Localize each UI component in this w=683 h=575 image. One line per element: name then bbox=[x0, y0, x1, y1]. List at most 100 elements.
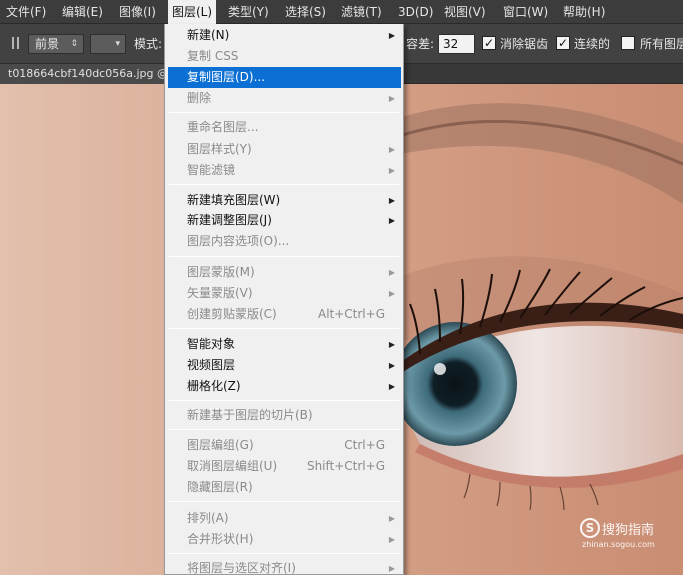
shortcut-label: Alt+Ctrl+G bbox=[317, 307, 385, 321]
submenu-arrow-icon: ▶ bbox=[388, 535, 395, 544]
menu-item-label: 视频图层 bbox=[187, 358, 236, 372]
menu-select[interactable]: 选择(S) bbox=[285, 0, 326, 24]
menu-separator bbox=[169, 328, 399, 329]
menu-item-layer-style: 图层样式(Y) ▶ bbox=[165, 139, 403, 160]
submenu-arrow-icon: ▶ bbox=[388, 216, 395, 225]
menu-item-ungroup-layers: 取消图层编组(U) Shift+Ctrl+G bbox=[165, 456, 403, 477]
menu-view[interactable]: 视图(V) bbox=[444, 0, 486, 24]
menu-item-smart-object[interactable]: 智能对象 ▶ bbox=[165, 334, 403, 355]
antialias-checkbox[interactable]: ✓ bbox=[482, 36, 496, 50]
fill-source-value: 前景 bbox=[35, 37, 60, 51]
menu-edit[interactable]: 编辑(E) bbox=[62, 0, 103, 24]
menu-separator bbox=[169, 553, 399, 554]
submenu-arrow-icon: ▶ bbox=[388, 145, 395, 154]
shortcut-label: Ctrl+G bbox=[344, 438, 385, 452]
menu-item-label: 排列(A) bbox=[187, 511, 229, 525]
menu-separator bbox=[169, 400, 399, 401]
menu-item-label: 创建剪贴蒙版(C) bbox=[187, 307, 277, 321]
menu-image[interactable]: 图像(I) bbox=[119, 0, 156, 24]
menu-item-label: 将图层与选区对齐(I) bbox=[187, 561, 296, 575]
menu-3d[interactable]: 3D(D) bbox=[398, 0, 433, 24]
menu-filter[interactable]: 滤镜(T) bbox=[341, 0, 382, 24]
layer-menu-dropdown: 新建(N) ▶ 复制 CSS 复制图层(D)... 删除 ▶ 重命名图层... 图层… bbox=[164, 24, 404, 575]
grip-handle[interactable] bbox=[12, 37, 19, 49]
menu-item-label: 矢量蒙版(V) bbox=[187, 286, 253, 300]
menu-item-label: 复制图层(D)... bbox=[187, 70, 266, 84]
antialias-label: 消除锯齿 bbox=[500, 37, 549, 51]
menu-file[interactable]: 文件(F) bbox=[6, 0, 46, 24]
menu-item-label: 图层编组(G) bbox=[187, 438, 254, 452]
menu-item-label: 图层样式(Y) bbox=[187, 142, 252, 156]
tolerance-label: 容差: bbox=[406, 37, 435, 51]
submenu-arrow-icon: ▶ bbox=[388, 340, 395, 349]
fill-source-select[interactable]: 前景 ⇕ bbox=[28, 34, 84, 54]
submenu-arrow-icon: ▶ bbox=[388, 196, 395, 205]
menu-item-duplicate-layer[interactable]: 复制图层(D)... bbox=[168, 67, 401, 88]
menu-item-content-options: 图层内容选项(O)... bbox=[165, 231, 403, 252]
watermark-url: zhinan.sogou.com bbox=[582, 540, 655, 549]
menu-item-rename: 重命名图层... bbox=[165, 117, 403, 138]
menu-item-align-to-selection: 将图层与选区对齐(I) ▶ bbox=[165, 558, 403, 575]
menu-type[interactable]: 类型(Y) bbox=[228, 0, 269, 24]
menu-item-label: 图层蒙版(M) bbox=[187, 265, 255, 279]
menu-item-combine-shapes: 合并形状(H) ▶ bbox=[165, 529, 403, 550]
chevron-down-icon: ▾ bbox=[115, 39, 120, 49]
menu-item-label: 新建(N) bbox=[187, 28, 230, 42]
menu-window[interactable]: 窗口(W) bbox=[503, 0, 548, 24]
sogou-logo-icon: S bbox=[580, 518, 600, 538]
mode-label: 模式: bbox=[134, 37, 163, 51]
menu-item-hide-layers: 隐藏图层(R) bbox=[165, 477, 403, 498]
submenu-arrow-icon: ▶ bbox=[388, 268, 395, 277]
menu-item-label: 复制 CSS bbox=[187, 49, 239, 63]
submenu-arrow-icon: ▶ bbox=[388, 564, 395, 573]
menu-item-new-fill-layer[interactable]: 新建填充图层(W) ▶ bbox=[165, 190, 403, 211]
menu-help[interactable]: 帮助(H) bbox=[563, 0, 605, 24]
menu-item-new[interactable]: 新建(N) ▶ bbox=[165, 25, 403, 46]
updown-arrow-icon: ⇕ bbox=[70, 39, 78, 49]
menu-item-label: 图层内容选项(O)... bbox=[187, 234, 290, 248]
menu-item-copy-css: 复制 CSS bbox=[165, 46, 403, 67]
all-layers-label: 所有图层 bbox=[640, 37, 683, 51]
menu-separator bbox=[169, 429, 399, 430]
menu-layer[interactable]: 图层(L) bbox=[168, 0, 217, 24]
menu-item-label: 栅格化(Z) bbox=[187, 379, 241, 393]
menu-separator bbox=[169, 184, 399, 185]
submenu-arrow-icon: ▶ bbox=[388, 514, 395, 523]
menu-separator bbox=[169, 501, 399, 502]
menu-item-new-adjustment-layer[interactable]: 新建调整图层(J) ▶ bbox=[165, 210, 403, 231]
menu-item-label: 智能滤镜 bbox=[187, 163, 236, 177]
submenu-arrow-icon: ▶ bbox=[388, 94, 395, 103]
submenu-arrow-icon: ▶ bbox=[388, 289, 395, 298]
menu-item-label: 取消图层编组(U) bbox=[187, 459, 278, 473]
menu-separator bbox=[169, 112, 399, 113]
menu-item-label: 合并形状(H) bbox=[187, 532, 254, 546]
pattern-picker[interactable]: ▾ bbox=[90, 34, 126, 54]
menu-item-label: 智能对象 bbox=[187, 337, 236, 351]
menu-item-rasterize[interactable]: 栅格化(Z) ▶ bbox=[165, 376, 403, 397]
menu-item-label: 新建填充图层(W) bbox=[187, 193, 281, 207]
menu-item-vector-mask: 矢量蒙版(V) ▶ bbox=[165, 283, 403, 304]
menu-item-layer-mask: 图层蒙版(M) ▶ bbox=[165, 262, 403, 283]
menu-item-label: 新建基于图层的切片(B) bbox=[187, 408, 313, 422]
menu-item-group-layers: 图层编组(G) Ctrl+G bbox=[165, 435, 403, 456]
watermark-name: 搜狗指南 bbox=[602, 523, 655, 538]
menu-separator bbox=[169, 256, 399, 257]
menu-item-label: 删除 bbox=[187, 91, 212, 105]
menu-item-label: 隐藏图层(R) bbox=[187, 480, 253, 494]
tolerance-input[interactable]: 32 bbox=[438, 34, 475, 54]
contiguous-label: 连续的 bbox=[574, 37, 611, 51]
menu-item-delete: 删除 ▶ bbox=[165, 88, 403, 109]
submenu-arrow-icon: ▶ bbox=[388, 166, 395, 175]
menu-bar: 文件(F) 编辑(E) 图像(I) 图层(L) 类型(Y) 选择(S) 滤镜(T… bbox=[0, 0, 683, 24]
shortcut-label: Shift+Ctrl+G bbox=[306, 459, 385, 473]
all-layers-checkbox[interactable] bbox=[621, 36, 635, 50]
contiguous-checkbox[interactable]: ✓ bbox=[556, 36, 570, 50]
menu-item-clipping-mask: 创建剪贴蒙版(C) Alt+Ctrl+G bbox=[165, 304, 403, 325]
menu-item-video-layer[interactable]: 视频图层 ▶ bbox=[165, 355, 403, 376]
submenu-arrow-icon: ▶ bbox=[388, 382, 395, 391]
submenu-arrow-icon: ▶ bbox=[388, 31, 395, 40]
menu-item-smart-filter: 智能滤镜 ▶ bbox=[165, 160, 403, 181]
menu-item-new-slice: 新建基于图层的切片(B) bbox=[165, 405, 403, 426]
submenu-arrow-icon: ▶ bbox=[388, 361, 395, 370]
menu-item-label: 新建调整图层(J) bbox=[187, 213, 272, 227]
